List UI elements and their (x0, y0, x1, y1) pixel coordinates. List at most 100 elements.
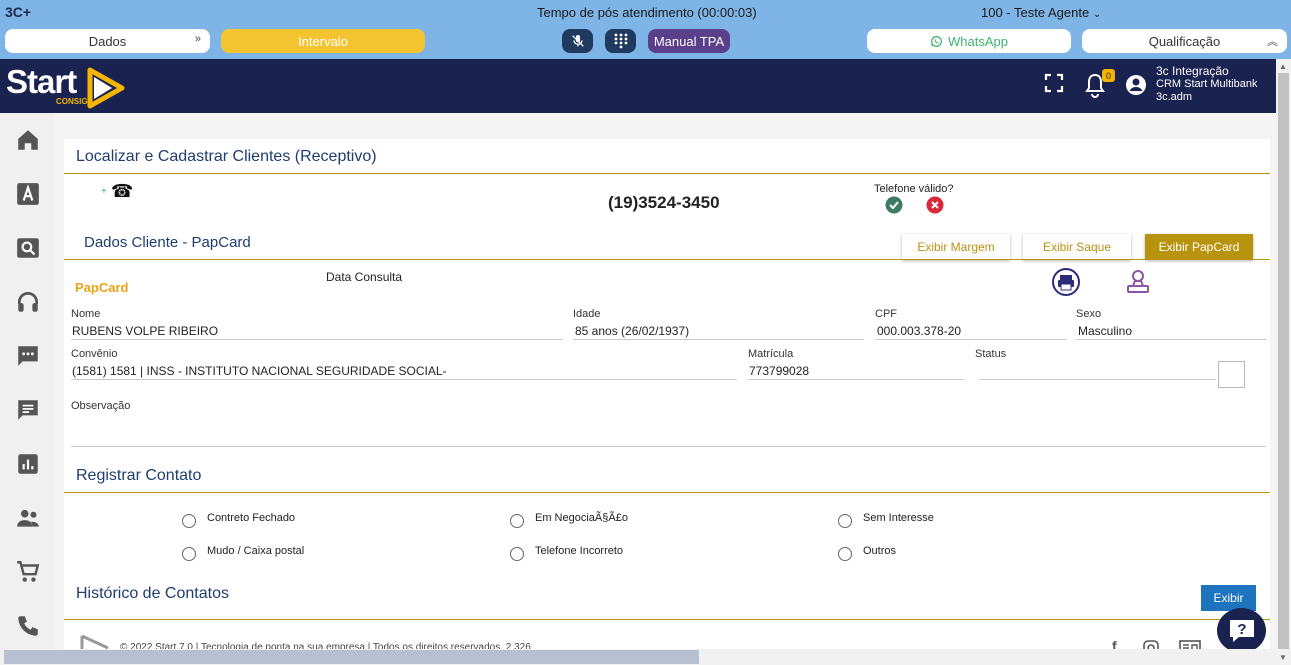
dialpad-icon (614, 33, 627, 49)
page-title: Localizar e Cadastrar Clientes (Receptiv… (76, 148, 377, 165)
divider (64, 619, 1270, 620)
horizontal-scrollbar[interactable] (0, 649, 1276, 665)
check-valid-icon[interactable] (885, 196, 903, 214)
divider (64, 492, 1270, 493)
radio-mudo-caixa-postal[interactable] (182, 547, 196, 561)
nome-value: RUBENS VOLPE RIBEIRO (72, 324, 219, 338)
field-underline (979, 379, 1216, 380)
cart-icon[interactable] (15, 559, 41, 585)
registrar-contato-title: Registrar Contato (76, 467, 202, 484)
top-bar: 3C+ Tempo de pós atendimento (00:00:03) … (0, 0, 1291, 59)
phone-number: (19)3524-3450 (608, 193, 720, 212)
cpf-label: CPF (875, 308, 897, 320)
manual-tpa-button[interactable]: Manual TPA (648, 29, 730, 53)
qualificacao-label: Qualificação (1148, 33, 1221, 49)
keypad-button[interactable] (605, 29, 636, 53)
radio-outros[interactable] (838, 547, 852, 561)
field-underline (71, 379, 737, 380)
intervalo-button[interactable]: Intervalo (221, 29, 425, 53)
phone-icon[interactable] (15, 613, 41, 639)
people-icon[interactable] (15, 505, 41, 531)
home-icon[interactable] (15, 127, 41, 153)
sexo-label: Sexo (1076, 308, 1102, 320)
play-logo-icon (87, 67, 125, 109)
divider (64, 259, 1270, 260)
radio-label: Em NegociaÃ§Ã£o (535, 512, 628, 524)
historico-title: Histórico de Contatos (76, 585, 229, 602)
convenio-value: (1581) 1581 | INSS - INSTITUTO NACIONAL … (72, 364, 447, 378)
data-consulta-label: Data Consulta (326, 270, 403, 284)
chevron-down-icon: ⌄ (1092, 9, 1102, 20)
double-chevron-up-icon: ︽ (1267, 36, 1278, 48)
user-company: 3c Integração (1156, 64, 1229, 78)
double-chevron-down-icon: » (194, 33, 201, 45)
chat-icon[interactable] (15, 343, 41, 369)
radio-label: Telefone Incorreto (535, 545, 624, 557)
notes-icon[interactable] (15, 397, 41, 423)
stamp-icon[interactable] (1125, 268, 1151, 296)
svg-text:?: ? (1237, 621, 1246, 638)
broken-image-icon (1218, 361, 1245, 388)
field-underline (71, 339, 563, 340)
radio-contrato-fechado[interactable] (182, 514, 196, 528)
mic-off-icon (571, 35, 584, 47)
status-label: Status (975, 348, 1007, 360)
radio-label: Mudo / Caixa postal (207, 545, 305, 557)
qualificacao-dropdown[interactable]: Qualificação ︽ (1082, 29, 1287, 53)
field-underline (573, 339, 864, 340)
field-underline (748, 379, 964, 380)
nome-label: Nome (71, 308, 101, 320)
headset-icon[interactable] (15, 289, 41, 315)
agent-menu[interactable]: 100 - Teste Agente ⌄ (981, 5, 1101, 20)
agent-name: 100 - Teste Agente (981, 5, 1090, 20)
whatsapp-icon (931, 35, 942, 47)
divider (64, 173, 1270, 174)
app-header: Start CONSIG 0 3c Integração CRM Start M… (0, 59, 1276, 113)
scroll-up-icon[interactable]: ▲ (1279, 62, 1287, 71)
idade-label: Idade (573, 308, 601, 320)
matricula-label: Matrícula (748, 348, 794, 360)
exibir-historico-button[interactable]: Exibir (1201, 585, 1256, 611)
cpf-value: 000.003.378-20 (877, 324, 962, 338)
exibir-saque-button[interactable]: Exibir Saque (1023, 234, 1131, 260)
exibir-papcard-button[interactable]: Exibir PapCard (1145, 234, 1253, 260)
radio-sem-interesse[interactable] (838, 514, 852, 528)
chat-question-icon: ? (1229, 619, 1254, 642)
scroll-down-icon[interactable]: ▼ (1279, 653, 1287, 662)
radio-em-negociacao[interactable] (510, 514, 524, 528)
scrollbar-thumb[interactable] (1278, 73, 1289, 649)
dados-cliente-title: Dados Cliente - PapCard (84, 234, 251, 251)
telephone-icon[interactable]: ☎ (111, 181, 133, 202)
user-login: 3c.adm (1156, 91, 1193, 103)
matricula-value: 773799028 (749, 364, 810, 378)
papcard-label: PapCard (75, 280, 129, 295)
vertical-scrollbar[interactable]: ▲ ▼ (1276, 59, 1291, 665)
observacao-underline (71, 446, 1266, 447)
user-info[interactable]: 3c Integração CRM Start Multibank 3c.adm (1156, 65, 1257, 104)
scrollbar-thumb[interactable] (4, 650, 699, 664)
printer-icon[interactable] (1052, 268, 1080, 296)
brand-3c-logo: 3C+ (5, 4, 32, 20)
mute-button[interactable] (562, 29, 593, 53)
radio-label: Contreto Fechado (207, 512, 296, 524)
exibir-margem-button[interactable]: Exibir Margem (902, 234, 1010, 260)
phone-plus: + (101, 186, 107, 197)
chart-icon[interactable] (15, 451, 41, 477)
fullscreen-icon[interactable] (1044, 73, 1064, 93)
search-icon[interactable] (15, 235, 41, 261)
help-chat-button[interactable]: ? (1217, 608, 1266, 653)
sexo-value: Masculino (1078, 324, 1133, 338)
font-icon[interactable] (15, 181, 41, 207)
main-panel (64, 139, 1270, 649)
user-crm: CRM Start Multibank (1156, 78, 1258, 90)
observacao-label: Observação (71, 400, 131, 412)
x-invalid-icon[interactable] (926, 196, 944, 214)
field-underline (875, 339, 1066, 340)
whatsapp-button[interactable]: WhatsApp (867, 29, 1071, 53)
dados-dropdown[interactable]: Dados » (5, 29, 210, 53)
radio-label: Outros (863, 545, 897, 557)
telefone-valido-label: Telefone válido? (874, 183, 954, 195)
radio-telefone-incorreto[interactable] (510, 547, 524, 561)
radio-label: Sem Interesse (863, 512, 934, 524)
user-avatar-icon[interactable] (1125, 74, 1147, 96)
